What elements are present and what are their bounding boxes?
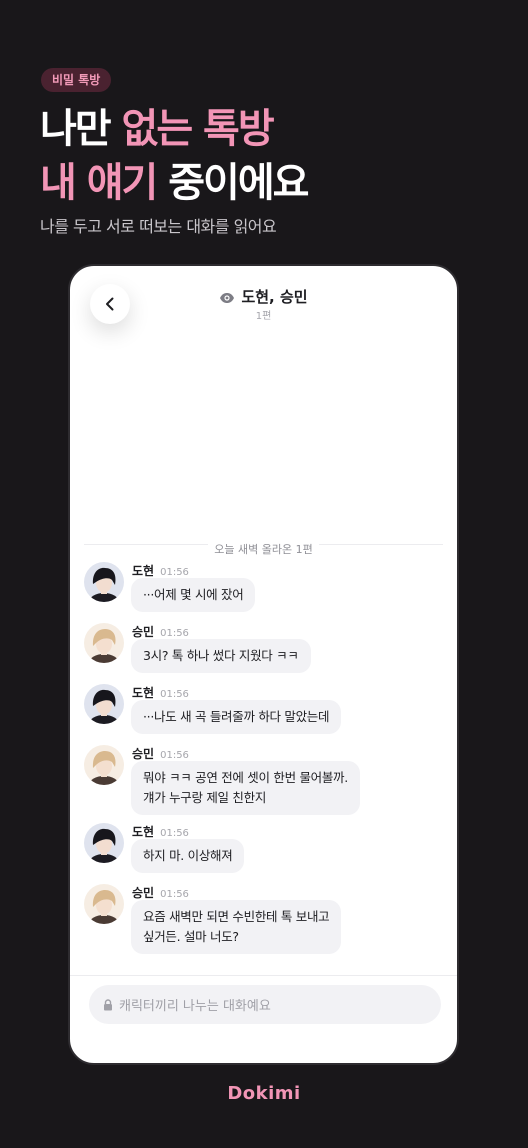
message-time: 01:56 [160, 689, 189, 700]
sender-name: 승민 01:56 [132, 623, 189, 640]
headline-line1-white: 나만 [40, 106, 122, 152]
message-time: 01:56 [160, 750, 189, 761]
message-text-line: 싶거든. 설마 너도? [143, 929, 239, 944]
promo-subtitle: 나를 두고 서로 떠보는 대화를 읽어요 [40, 217, 277, 236]
sender-name: 도현 01:56 [132, 823, 189, 840]
message-bubble: 뭐야 ㅋㅋ 공연 전에 셋이 한번 물어볼까. 걔가 누구랑 제일 친한지 [131, 761, 360, 815]
message-bubble: 요즘 새벽만 되면 수빈한테 톡 보내고싶거든. 설마 너도? [131, 900, 342, 954]
chat-header-title: 도현, 승민 [70, 286, 457, 307]
message-text-line: ···어제 몇 시에 잤어 [143, 587, 244, 602]
avatar[interactable] [84, 745, 124, 785]
dokimi-logo: Dokimi [227, 1083, 301, 1104]
avatar[interactable] [84, 562, 124, 602]
message-input-placeholder: 캐릭터끼리 나누는 대화예요 [119, 999, 271, 1014]
message-time: 01:56 [160, 628, 189, 639]
chat-title-text: 도현, 승민 [241, 288, 308, 306]
avatar[interactable] [84, 623, 124, 663]
message-text-line: 걔가 누구랑 제일 친한지 [143, 790, 267, 805]
message-bubble: ···나도 새 곡 들려줄까 하다 말았는데 [131, 700, 342, 734]
message-text-line: 3시? 톡 하나 썼다 지웠다 ㅋㅋ [143, 648, 299, 663]
sender-name-text: 도현 [132, 686, 155, 700]
sender-name-text: 도현 [132, 825, 155, 839]
sender-name-text: 도현 [132, 564, 155, 578]
date-divider: 오늘 새벽 올라온 1편 [70, 538, 457, 557]
date-divider-text: 오늘 새벽 올라온 1편 [208, 543, 319, 556]
message-text-line: ···나도 새 곡 들려줄까 하다 말았는데 [143, 709, 330, 724]
message-input[interactable]: 캐릭터끼리 나누는 대화예요 [89, 985, 441, 1024]
sender-name-text: 승민 [132, 886, 155, 900]
sender-name: 도현 01:56 [132, 684, 189, 701]
message-bubble: 3시? 톡 하나 썼다 지웠다 ㅋㅋ [131, 639, 311, 673]
chat-episode-label: 1편 [255, 311, 272, 322]
avatar[interactable] [84, 884, 124, 924]
message-time: 01:56 [160, 889, 189, 900]
sender-name: 승민 01:56 [132, 884, 189, 901]
message-bubble: ···어제 몇 시에 잤어 [131, 578, 256, 612]
promo-headline: 나만 없는 톡방 내 얘기 중이에요 [40, 102, 309, 210]
message-time: 01:56 [160, 828, 189, 839]
lock-icon [104, 998, 112, 1010]
message-bubble: 하지 마. 이상해져 [131, 839, 245, 873]
avatar[interactable] [84, 823, 124, 863]
avatar[interactable] [84, 684, 124, 724]
sender-name-text: 승민 [132, 747, 155, 761]
sender-name-text: 승민 [132, 625, 155, 639]
headline-line2-white: 중이에요 [156, 160, 309, 206]
message-time: 01:56 [160, 567, 189, 578]
headline-line2-pink: 내 얘기 [40, 160, 158, 206]
eye-icon [220, 293, 235, 303]
sender-name: 승민 01:56 [132, 745, 189, 762]
headline-line1-pink: 없는 톡방 [121, 106, 275, 152]
message-text-line: 뭐야 ㅋㅋ 공연 전에 셋이 한번 물어볼까. [143, 770, 348, 785]
message-text-line: 요즘 새벽만 되면 수빈한테 톡 보내고 [143, 909, 330, 924]
message-text-line: 하지 마. 이상해져 [143, 848, 233, 863]
headline-line-1: 나만 없는 톡방 [40, 102, 307, 156]
phone-chat-screen: 도현, 승민 1편 오늘 새벽 올라온 1편 도현 01:56 ···어제 몇 시에… [68, 264, 459, 1065]
sender-name: 도현 01:56 [132, 562, 189, 579]
secret-chat-badge: 비밀 톡방 [41, 68, 112, 92]
headline-line-2: 내 얘기 중이에요 [40, 156, 309, 210]
input-divider [70, 975, 457, 976]
